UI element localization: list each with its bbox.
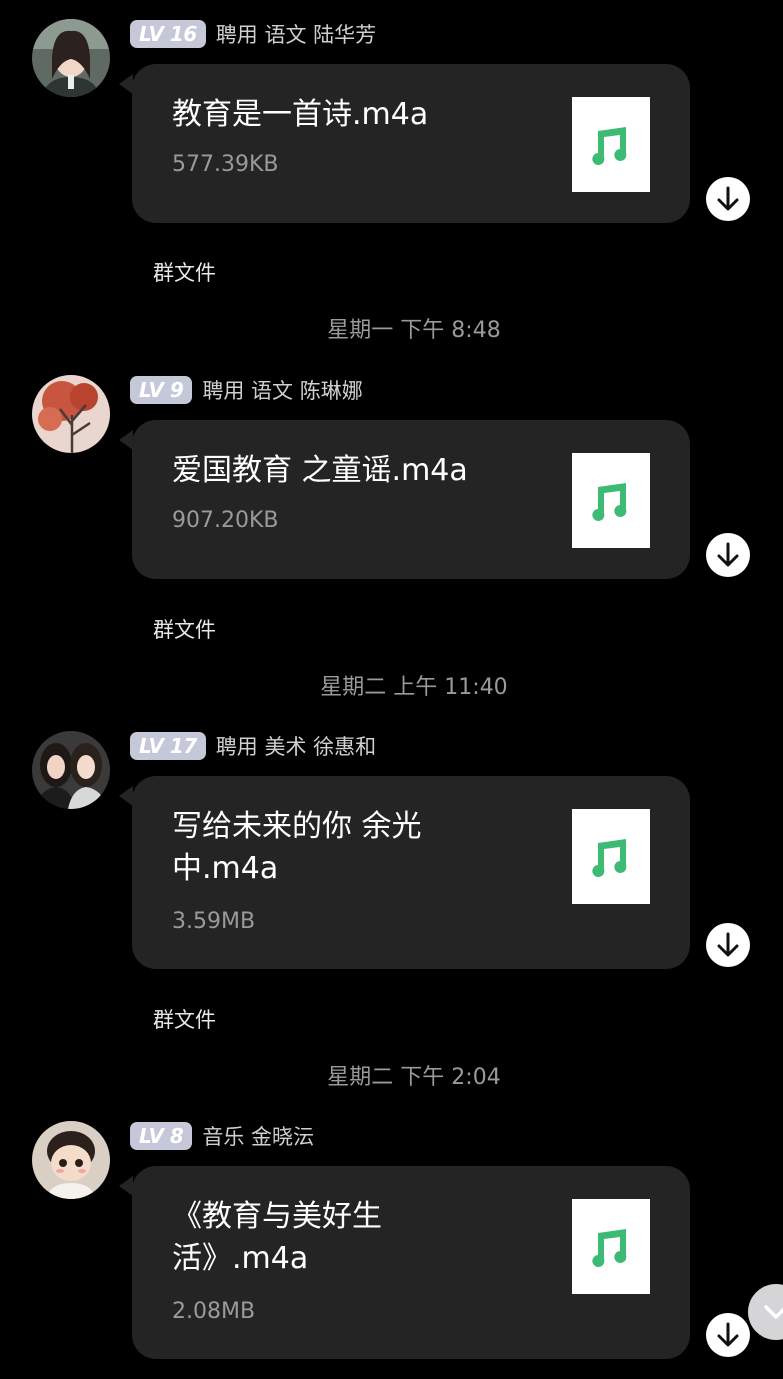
avatar-photo [32,731,110,809]
sender-name[interactable]: 音乐 金晓沄 [202,1121,314,1151]
file-name: 《教育与美好生活》.m4a [172,1199,382,1276]
avatar[interactable] [32,19,110,97]
avatar[interactable] [32,1121,110,1199]
bubble-tail [119,430,133,450]
file-size: 577.39KB [172,152,279,177]
message-header: LV 8 音乐 金晓沄 [130,1121,314,1151]
avatar[interactable] [32,375,110,453]
file-size: 3.59MB [172,909,256,934]
scroll-to-bottom-button[interactable] [748,1284,783,1340]
music-note-icon [572,453,650,548]
music-note-icon [572,809,650,904]
music-note-icon [572,97,650,192]
level-badge: LV 16 [130,20,206,48]
file-message-bubble[interactable]: 爱国教育 之童谣.m4a 907.20KB [119,420,690,579]
avatar-photo [32,1121,110,1199]
file-message-bubble[interactable]: 《教育与美好生活》.m4a 2.08MB [119,1166,690,1359]
avatar-photo [32,19,110,97]
file-size: 907.20KB [172,508,279,533]
group-file-label[interactable]: 群文件 [153,257,216,287]
timestamp: 星期一 下午 8:48 [327,318,501,343]
file-name: 写给未来的你 余光中.m4a [172,809,422,886]
download-arrow-icon[interactable] [706,533,750,577]
bubble-tail [119,786,133,806]
message-header: LV 17 聘用 美术 徐惠和 [130,731,376,761]
level-badge: LV 17 [130,732,206,760]
group-file-label[interactable]: 群文件 [153,1004,216,1034]
group-file-label[interactable]: 群文件 [153,614,216,644]
bubble-tail [119,74,133,94]
file-message-bubble[interactable]: 教育是一首诗.m4a 577.39KB [119,64,690,223]
chevron-down-icon [764,1305,783,1319]
file-name: 教育是一首诗.m4a [172,97,429,132]
download-arrow-icon[interactable] [706,177,750,221]
download-arrow-icon[interactable] [706,1313,750,1357]
sender-name[interactable]: 聘用 语文 陆华芳 [216,19,376,49]
sender-name[interactable]: 聘用 语文 陈琳娜 [202,375,362,405]
timestamp: 星期二 下午 2:04 [327,1065,501,1090]
message-header: LV 16 聘用 语文 陆华芳 [130,19,376,49]
download-arrow-icon[interactable] [706,923,750,967]
music-note-icon [572,1199,650,1294]
avatar-photo [32,375,110,453]
bubble-tail [119,1176,133,1196]
message-header: LV 9 聘用 语文 陈琳娜 [130,375,363,405]
file-name: 爱国教育 之童谣.m4a [172,453,468,488]
sender-name[interactable]: 聘用 美术 徐惠和 [216,731,376,761]
timestamp: 星期二 上午 11:40 [320,675,508,700]
level-badge: LV 8 [130,1122,193,1150]
file-size: 2.08MB [172,1299,256,1324]
avatar[interactable] [32,731,110,809]
level-badge: LV 9 [130,376,193,404]
file-message-bubble[interactable]: 写给未来的你 余光中.m4a 3.59MB [119,776,690,969]
